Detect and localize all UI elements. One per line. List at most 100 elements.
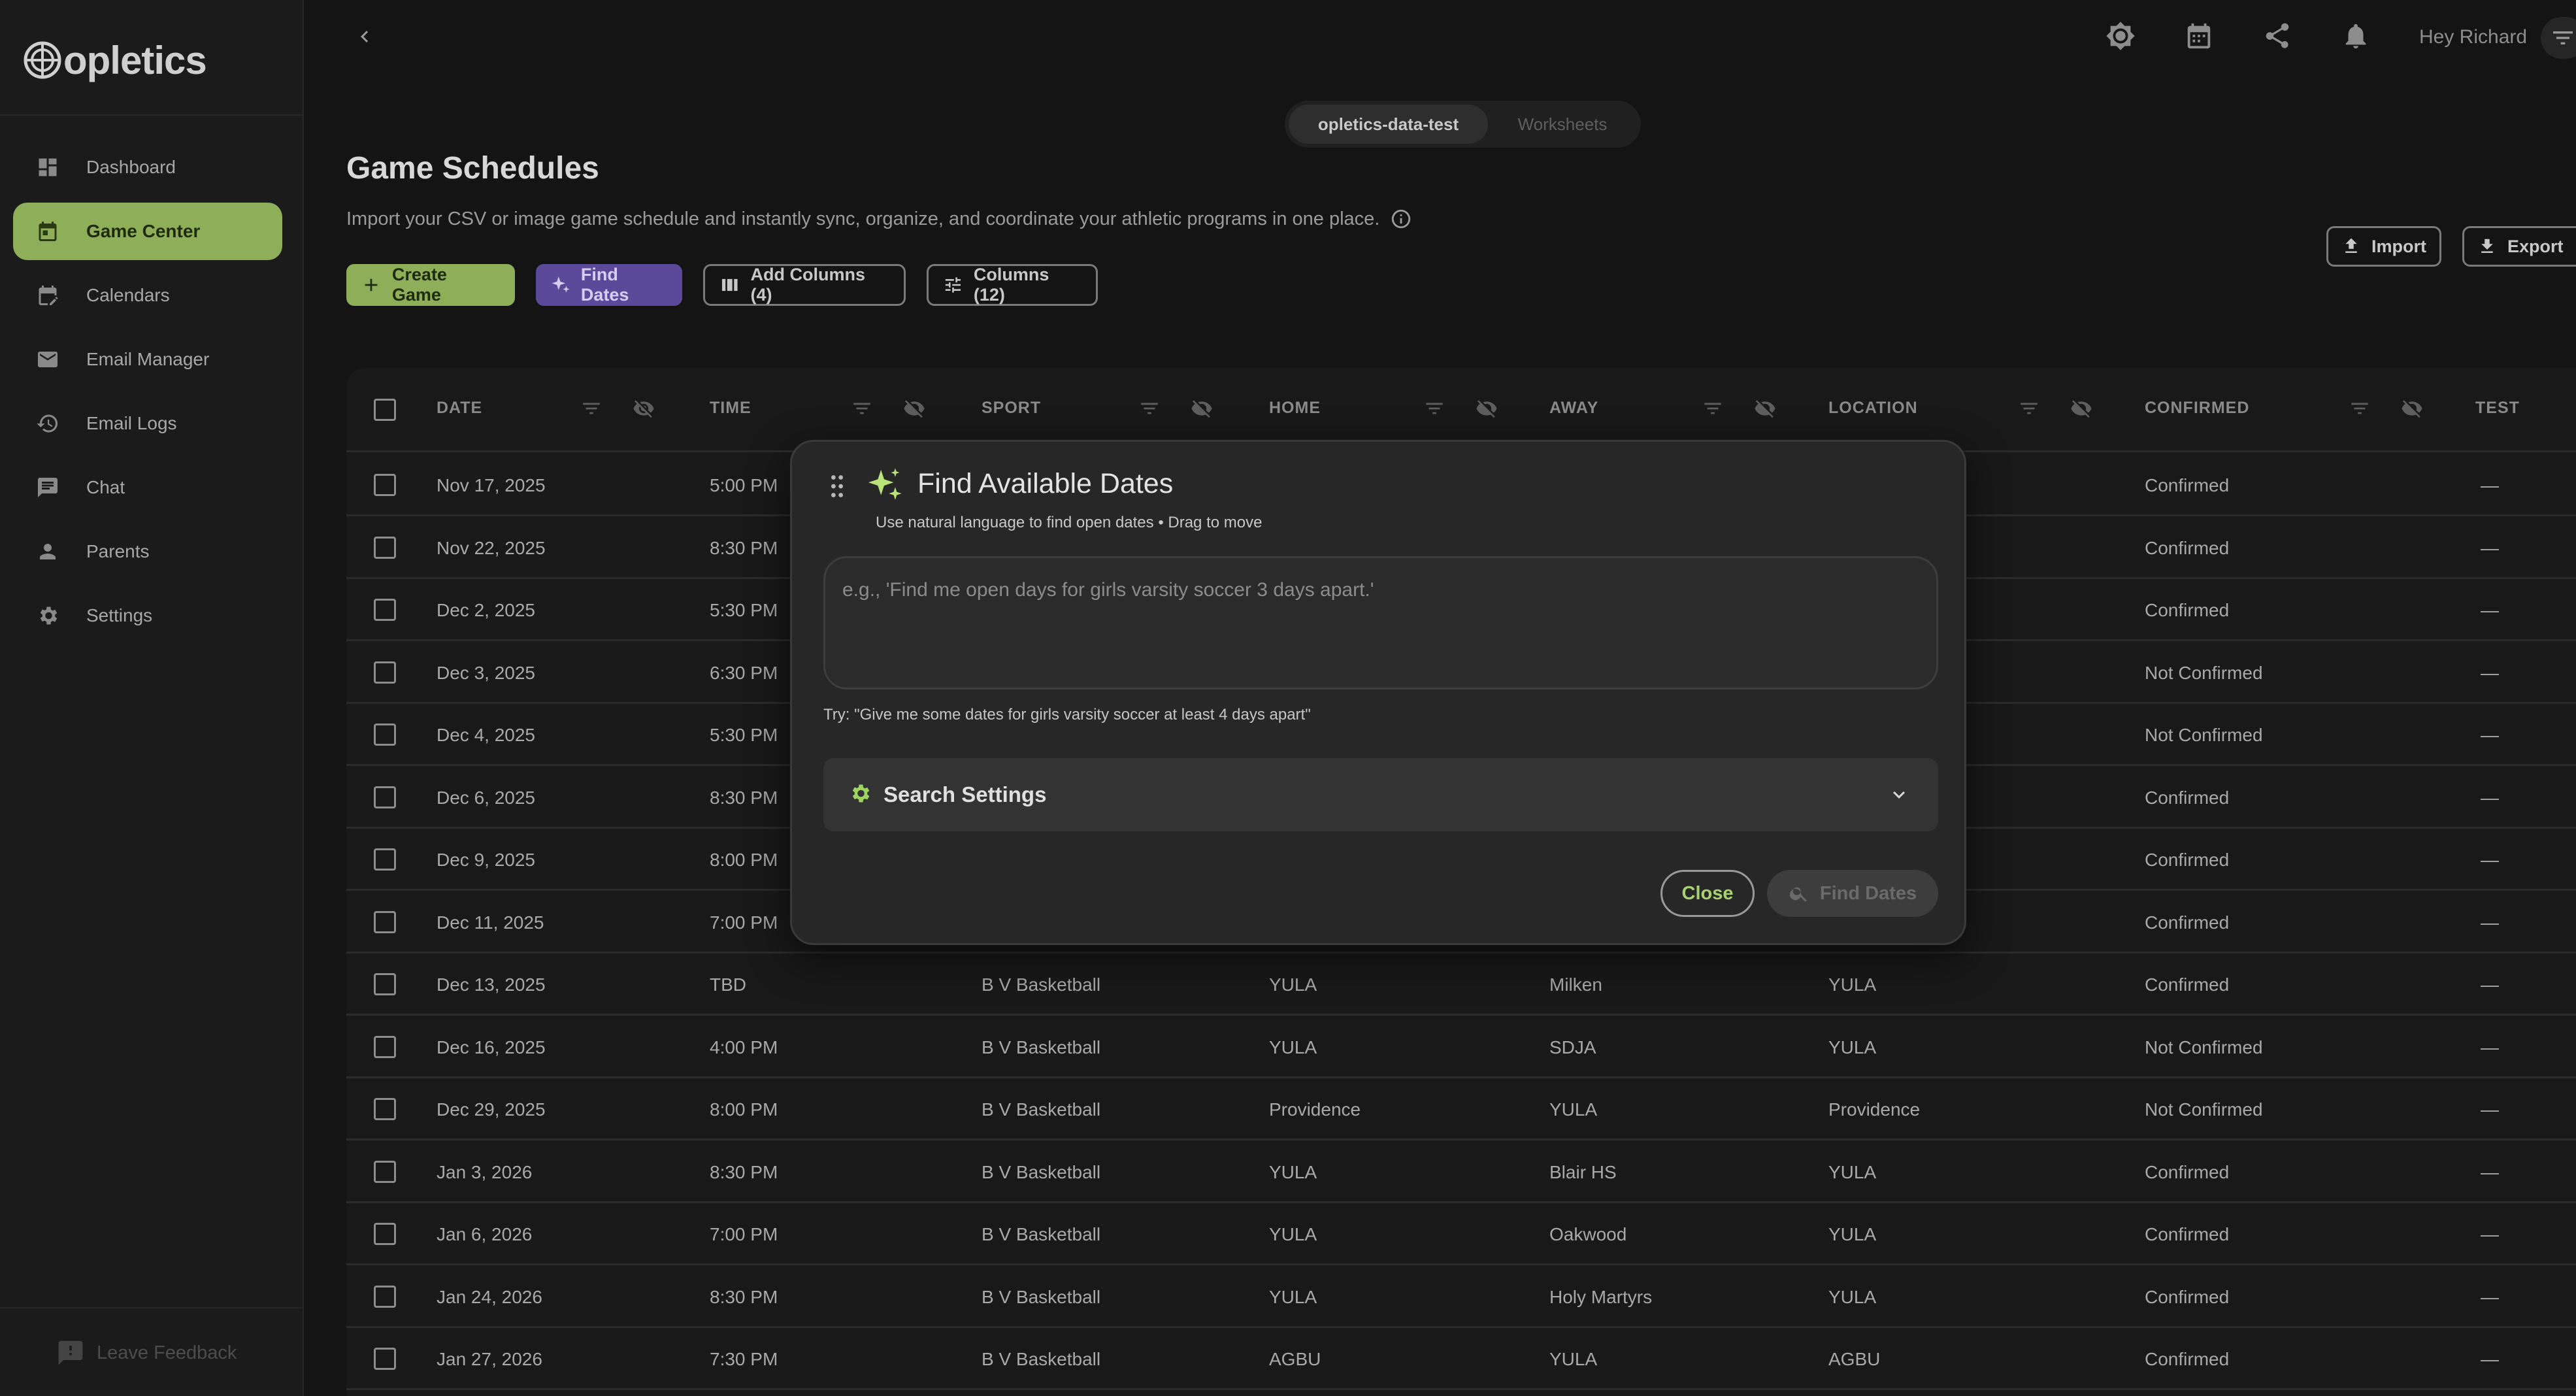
row-checkbox[interactable] bbox=[374, 1160, 396, 1183]
columns-label: Columns (12) bbox=[973, 265, 1049, 305]
hide-column-icon[interactable] bbox=[2070, 397, 2092, 420]
close-button[interactable]: Close bbox=[1660, 870, 1755, 917]
column-header-sport[interactable]: SPORT bbox=[982, 399, 1041, 418]
sidebar-item-game-center[interactable]: Game Center bbox=[13, 203, 282, 260]
import-label: Import bbox=[2371, 236, 2426, 256]
select-all-checkbox[interactable] bbox=[374, 399, 396, 421]
add-columns-label: Add Columns (4) bbox=[750, 265, 865, 305]
row-checkbox[interactable] bbox=[374, 973, 396, 995]
row-checkbox[interactable] bbox=[374, 599, 396, 621]
tab-worksheets[interactable]: Worksheets bbox=[1488, 105, 1637, 144]
column-header-time[interactable]: TIME bbox=[710, 399, 751, 418]
cell-date: Jan 3, 2026 bbox=[437, 1161, 533, 1182]
brightness-button[interactable] bbox=[2104, 20, 2137, 52]
sidebar: opletics Dashboard Game Center Calendars… bbox=[0, 0, 304, 1396]
row-checkbox[interactable] bbox=[374, 1035, 396, 1058]
sidebar-item-chat[interactable]: Chat bbox=[13, 459, 282, 516]
column-header-date[interactable]: DATE bbox=[437, 399, 482, 418]
columns-button[interactable]: Columns (12) bbox=[927, 264, 1098, 306]
tab-opletics-data-test[interactable]: opletics-data-test bbox=[1289, 105, 1488, 144]
cell-test: — bbox=[2481, 974, 2499, 995]
search-settings-label: Search Settings bbox=[883, 782, 1047, 806]
hide-column-icon[interactable] bbox=[1191, 397, 1213, 420]
filter-icon[interactable] bbox=[2018, 397, 2040, 420]
cell-confirmed: Confirmed bbox=[2145, 537, 2230, 558]
find-dates-submit-button[interactable]: Find Dates bbox=[1767, 870, 1938, 917]
cell-away: Oakwood bbox=[1549, 1224, 1627, 1244]
filter-icon[interactable] bbox=[580, 397, 603, 420]
cell-test: — bbox=[2481, 1037, 2499, 1057]
row-checkbox[interactable] bbox=[374, 786, 396, 808]
table-row[interactable]: Dec 16, 2025 4:00 PM B V Basketball YULA SDJ… bbox=[346, 1016, 2576, 1078]
cell-test: — bbox=[2481, 850, 2499, 870]
sidebar-item-settings[interactable]: Settings bbox=[13, 587, 282, 644]
find-dates-button[interactable]: Find Dates bbox=[536, 264, 682, 306]
export-button[interactable]: Export bbox=[2462, 226, 2576, 267]
column-header-away[interactable]: AWAY bbox=[1549, 399, 1598, 418]
gear-icon bbox=[35, 603, 60, 628]
add-columns-button[interactable]: Add Columns (4) bbox=[703, 264, 906, 306]
user-menu-button[interactable] bbox=[2541, 17, 2576, 59]
filter-icon[interactable] bbox=[851, 397, 873, 420]
table-row[interactable]: Jan 24, 2026 8:30 PM B V Basketball YULA Hol… bbox=[346, 1266, 2576, 1328]
cell-location: YULA bbox=[1828, 1224, 1877, 1244]
filter-icon[interactable] bbox=[1138, 397, 1161, 420]
create-game-button[interactable]: Create Game bbox=[346, 264, 515, 306]
calendar-button[interactable] bbox=[2183, 20, 2215, 52]
hide-column-icon[interactable] bbox=[1754, 397, 1776, 420]
table-row[interactable]: Dec 13, 2025 TBD B V Basketball YULA Milken Y… bbox=[346, 954, 2576, 1016]
sidebar-item-calendars[interactable]: Calendars bbox=[13, 267, 282, 324]
table-row[interactable]: Jan 3, 2026 8:30 PM B V Basketball YULA Blai… bbox=[346, 1141, 2576, 1203]
cell-confirmed: Confirmed bbox=[2145, 850, 2230, 870]
row-checkbox[interactable] bbox=[374, 1285, 396, 1308]
drag-handle-icon[interactable] bbox=[827, 474, 847, 498]
table-row[interactable]: Jan 6, 2026 7:00 PM B V Basketball YULA Oakw… bbox=[346, 1203, 2576, 1265]
cell-date: Dec 16, 2025 bbox=[437, 1037, 546, 1057]
sidebar-footer-divider bbox=[0, 1307, 303, 1308]
date-query-input[interactable] bbox=[823, 556, 1938, 690]
cell-home: YULA bbox=[1269, 1224, 1317, 1244]
row-checkbox[interactable] bbox=[374, 474, 396, 496]
row-checkbox[interactable] bbox=[374, 1348, 396, 1370]
tune-icon bbox=[945, 277, 961, 293]
column-header-location[interactable]: LOCATION bbox=[1828, 399, 1918, 418]
row-checkbox[interactable] bbox=[374, 1098, 396, 1120]
row-checkbox[interactable] bbox=[374, 723, 396, 746]
sidebar-item-email-logs[interactable]: Email Logs bbox=[13, 395, 282, 452]
share-button[interactable] bbox=[2261, 20, 2294, 52]
cell-home: YULA bbox=[1269, 1037, 1317, 1057]
cell-confirmed: Confirmed bbox=[2145, 1161, 2230, 1182]
row-checkbox[interactable] bbox=[374, 661, 396, 684]
find-dates-submit-label: Find Dates bbox=[1819, 882, 1917, 904]
hide-column-icon[interactable] bbox=[2401, 397, 2423, 420]
filter-icon[interactable] bbox=[1702, 397, 1724, 420]
row-checkbox[interactable] bbox=[374, 848, 396, 871]
search-settings-toggle[interactable]: Search Settings bbox=[823, 758, 1938, 831]
row-checkbox[interactable] bbox=[374, 1223, 396, 1245]
info-icon[interactable] bbox=[1390, 208, 1412, 230]
column-header-home[interactable]: HOME bbox=[1269, 399, 1321, 418]
notifications-button[interactable] bbox=[2339, 20, 2372, 52]
hide-column-icon[interactable] bbox=[1476, 397, 1498, 420]
back-button[interactable] bbox=[353, 25, 376, 48]
row-checkbox[interactable] bbox=[374, 910, 396, 933]
page-title: Game Schedules bbox=[346, 151, 599, 186]
table-row[interactable]: Dec 29, 2025 8:00 PM B V Basketball Provide… bbox=[346, 1078, 2576, 1140]
column-header-confirmed[interactable]: CONFIRMED bbox=[2145, 399, 2249, 418]
table-row[interactable]: Jan 27, 2026 7:30 PM B V Basketball AGBU YUL… bbox=[346, 1328, 2576, 1390]
row-checkbox[interactable] bbox=[374, 536, 396, 559]
hide-column-icon[interactable] bbox=[633, 397, 655, 420]
hide-column-icon[interactable] bbox=[903, 397, 925, 420]
leave-feedback-button[interactable]: Leave Feedback bbox=[56, 1338, 237, 1367]
filter-icon[interactable] bbox=[1423, 397, 1445, 420]
cell-confirmed: Confirmed bbox=[2145, 475, 2230, 495]
sidebar-item-parents[interactable]: Parents bbox=[13, 523, 282, 580]
search-icon bbox=[1789, 887, 1807, 902]
filter-icon[interactable] bbox=[2349, 397, 2371, 420]
logo[interactable]: opletics bbox=[23, 34, 207, 86]
sidebar-item-dashboard[interactable]: Dashboard bbox=[13, 139, 282, 196]
create-game-label: Create Game bbox=[391, 265, 447, 305]
column-header-test[interactable]: TEST bbox=[2475, 399, 2520, 418]
sidebar-item-email-manager[interactable]: Email Manager bbox=[13, 331, 282, 388]
import-button[interactable]: Import bbox=[2326, 226, 2441, 267]
